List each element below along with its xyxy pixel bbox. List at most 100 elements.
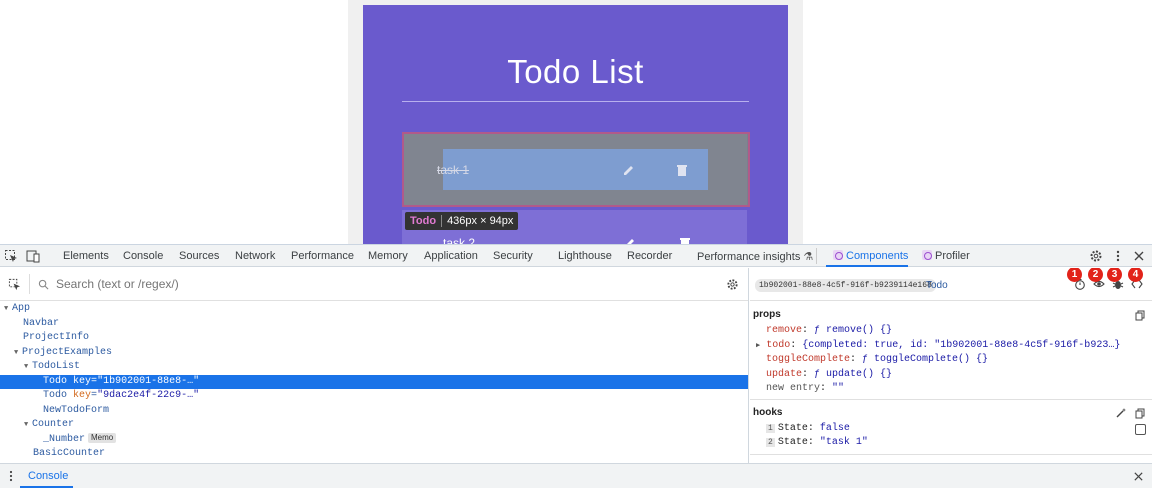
device-toolbar-icon[interactable] bbox=[26, 249, 40, 263]
edit-icon[interactable] bbox=[622, 163, 636, 177]
component-tree-panel: ▼App Navbar ProjectInfo ▼ProjectExamples… bbox=[0, 268, 749, 464]
prop-name: remove bbox=[766, 325, 803, 336]
tree-node-label: BasicCounter bbox=[33, 448, 106, 459]
prop-name: update bbox=[766, 369, 803, 380]
tooltip-size: 436px × 94px bbox=[447, 215, 514, 227]
prop-value: ƒ remove() {} bbox=[814, 325, 893, 336]
trash-icon[interactable] bbox=[675, 163, 689, 177]
hook-value[interactable]: "task 1" bbox=[820, 437, 868, 448]
tree-node-label: NewTodoForm bbox=[43, 404, 110, 416]
expand-arrow-icon[interactable]: ▼ bbox=[4, 302, 12, 316]
new-entry-value[interactable]: "" bbox=[832, 383, 844, 394]
section-divider bbox=[750, 454, 1152, 455]
hook-row[interactable]: 1 State: false bbox=[766, 423, 850, 434]
tree-node-app[interactable]: ▼ App bbox=[0, 302, 748, 316]
tab-recorder[interactable]: Recorder bbox=[627, 250, 672, 262]
inspect-element-icon[interactable] bbox=[4, 249, 18, 263]
hook-name: State bbox=[777, 437, 808, 448]
prop-value: ƒ toggleComplete() {} bbox=[862, 354, 989, 365]
tree-node-projectexamples[interactable]: ▼ ProjectExamples bbox=[0, 346, 748, 360]
drawer-menu-icon[interactable] bbox=[6, 470, 16, 482]
tab-application[interactable]: Application bbox=[424, 250, 478, 262]
settings-gear-icon[interactable] bbox=[1089, 249, 1103, 263]
tree-node-newtodoform[interactable]: NewTodoForm bbox=[0, 404, 748, 418]
tree-node-label: Counter bbox=[32, 419, 75, 430]
tab-components[interactable]: Components bbox=[833, 250, 908, 262]
edit-icon[interactable] bbox=[623, 236, 637, 244]
tab-elements[interactable]: Elements bbox=[63, 250, 109, 262]
tree-node-basiccounter[interactable]: BasicCounter bbox=[0, 447, 748, 461]
prop-name: todo bbox=[766, 340, 791, 351]
todo-text[interactable]: task 1 bbox=[437, 163, 469, 177]
hook-name: State bbox=[777, 423, 808, 434]
hook-row[interactable]: 2 State: "task 1" bbox=[766, 437, 868, 448]
flask-icon: ⚗ bbox=[803, 251, 814, 263]
tree-node-label: _Number bbox=[43, 433, 86, 445]
prop-row[interactable]: ▶ todo: {completed: true, id: "1b902001-… bbox=[756, 340, 1120, 351]
copy-icon[interactable] bbox=[1135, 408, 1145, 419]
hook-value[interactable]: false bbox=[820, 423, 850, 434]
hooks-section-title: hooks bbox=[753, 407, 783, 418]
props-section-title: props bbox=[753, 309, 781, 320]
tree-node-label: TodoList bbox=[32, 361, 81, 372]
expand-arrow-icon[interactable]: ▼ bbox=[24, 360, 32, 374]
tab-performance-insights[interactable]: Performance insights ⚗ bbox=[697, 250, 813, 263]
tree-node-label: App bbox=[12, 303, 31, 314]
drawer-tab-console[interactable]: Console bbox=[28, 470, 68, 482]
prop-row[interactable]: toggleComplete: ƒ toggleComplete() {} bbox=[766, 354, 988, 365]
react-icon bbox=[833, 250, 843, 260]
console-drawer: Console bbox=[0, 463, 1152, 488]
search-input[interactable] bbox=[56, 277, 656, 291]
tab-sources[interactable]: Sources bbox=[179, 250, 219, 262]
copy-icon[interactable] bbox=[1135, 310, 1145, 321]
app-title: Todo List bbox=[507, 53, 644, 90]
tree-node-todo[interactable]: Todo key="9dac2e4f-22c9-…" bbox=[0, 389, 748, 403]
tree-node-counter[interactable]: ▼ Counter bbox=[0, 418, 748, 432]
tab-network[interactable]: Network bbox=[235, 250, 275, 262]
tree-node-navbar[interactable]: Navbar bbox=[0, 317, 748, 331]
todo-text[interactable]: task 2 bbox=[443, 236, 475, 244]
react-icon bbox=[922, 250, 932, 260]
expand-arrow-icon[interactable]: ▶ bbox=[756, 342, 760, 350]
state-checkbox[interactable] bbox=[1135, 424, 1146, 435]
tab-security[interactable]: Security bbox=[493, 250, 533, 262]
trash-icon[interactable] bbox=[678, 236, 692, 244]
title-divider bbox=[402, 101, 749, 102]
new-entry-row[interactable]: new entry: "" bbox=[766, 383, 844, 394]
selected-component-name: Todo bbox=[926, 280, 948, 291]
todo-app-card: Todo List task 2 bbox=[363, 5, 788, 244]
magic-wand-icon[interactable] bbox=[1115, 407, 1127, 419]
hook-index: 2 bbox=[766, 438, 775, 447]
tree-node-label: ProjectInfo bbox=[23, 332, 90, 343]
tree-node-todo-selected[interactable]: Todo key="1b902001-88e8-…" bbox=[0, 374, 748, 389]
tree-node-todolist[interactable]: ▼ TodoList bbox=[0, 360, 748, 374]
devtools-tabbar: Elements Console Sources Network Perform… bbox=[0, 245, 1152, 267]
tree-node-label: Todo bbox=[43, 375, 68, 387]
devtools-panel: Elements Console Sources Network Perform… bbox=[0, 244, 1152, 488]
tabbar-divider bbox=[816, 248, 817, 264]
tree-node-key-value: "9dac2e4f-22c9-…" bbox=[97, 390, 200, 401]
select-element-icon[interactable] bbox=[8, 278, 21, 291]
settings-gear-icon[interactable] bbox=[726, 278, 739, 291]
tab-lighthouse[interactable]: Lighthouse bbox=[558, 250, 612, 262]
prop-value: {completed: true, id: "1b902001-88e8-4c5… bbox=[802, 340, 1121, 351]
more-options-icon[interactable] bbox=[1111, 249, 1125, 263]
tab-memory[interactable]: Memory bbox=[368, 250, 408, 262]
search-icon bbox=[38, 279, 49, 290]
new-entry-label: new entry bbox=[766, 383, 821, 394]
tab-performance[interactable]: Performance bbox=[291, 250, 354, 262]
tab-console[interactable]: Console bbox=[123, 250, 163, 262]
expand-arrow-icon[interactable]: ▼ bbox=[14, 346, 22, 360]
component-key-chip: 1b902001-88e8-4c5f-916f-b9239114e168 bbox=[755, 279, 936, 292]
tree-node-projectinfo[interactable]: ProjectInfo bbox=[0, 331, 748, 345]
prop-row[interactable]: update: ƒ update() {} bbox=[766, 369, 892, 380]
tree-node-label: Navbar bbox=[23, 317, 60, 329]
selected-component-header: 1b902001-88e8-4c5f-916f-b9239114e168 Tod… bbox=[750, 268, 1152, 301]
prop-row[interactable]: remove: ƒ remove() {} bbox=[766, 325, 892, 336]
expand-arrow-icon[interactable]: ▼ bbox=[24, 418, 32, 432]
tab-profiler[interactable]: Profiler bbox=[922, 250, 970, 262]
close-icon[interactable] bbox=[1133, 471, 1144, 482]
tab-components-label: Components bbox=[846, 250, 909, 262]
tree-node-number[interactable]: _Number Memo bbox=[0, 432, 748, 447]
close-icon[interactable] bbox=[1132, 249, 1146, 263]
